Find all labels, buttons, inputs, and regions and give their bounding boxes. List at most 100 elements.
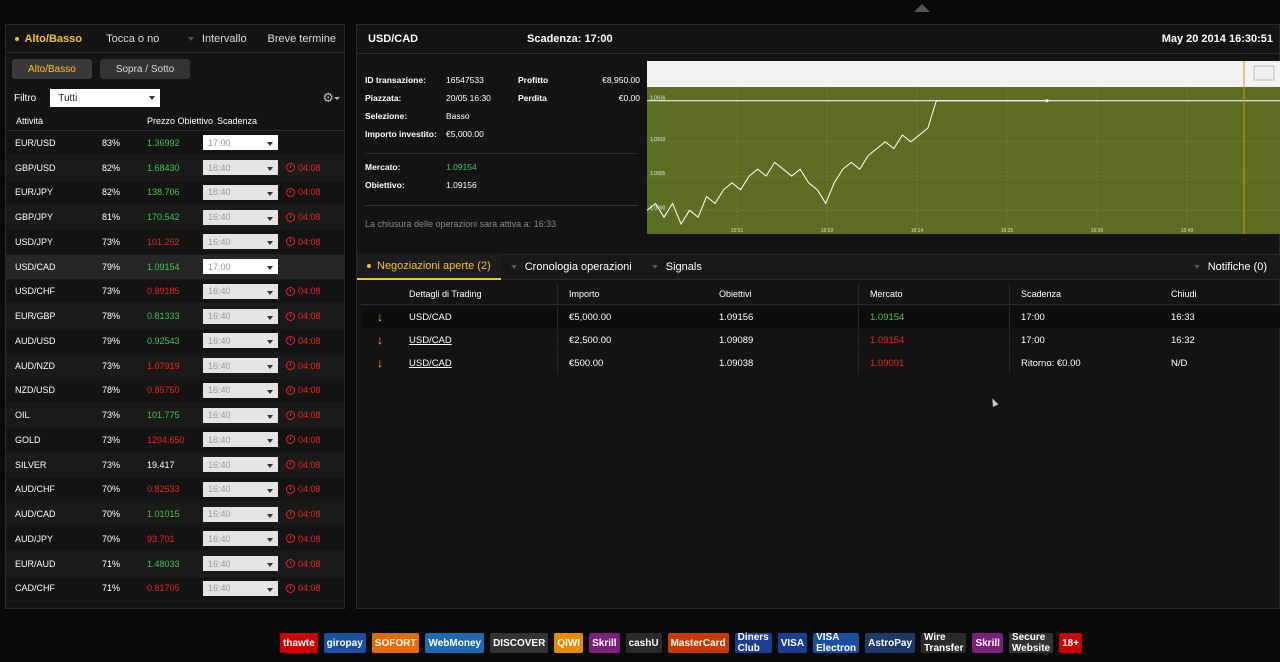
expiry-select[interactable]: 16:40 — [203, 160, 278, 176]
trade-pair[interactable]: USD/CAD — [409, 358, 452, 369]
subtab-alto-basso[interactable]: Alto/Basso — [12, 59, 92, 79]
asset-price: 1.09154 — [147, 261, 180, 272]
countdown: 04:08 — [286, 361, 321, 371]
clock-icon — [286, 336, 295, 346]
clock-icon — [286, 385, 295, 395]
trade-amount: €500.00 — [569, 357, 604, 369]
gear-icon[interactable]: ⚙ — [322, 90, 334, 106]
chevron-down-icon — [267, 439, 273, 444]
expiry-select[interactable]: 16:40 — [203, 506, 278, 522]
asset-row[interactable]: AUD/CAD 70% 1.01015 16:40 04:08 — [6, 502, 344, 527]
asset-row[interactable]: AUD/NZD 73% 1.07919 16:40 04:08 — [6, 353, 344, 379]
trade-pair[interactable]: USD/CAD — [409, 335, 452, 346]
filter-select[interactable]: Tutti — [50, 89, 161, 107]
asset-row[interactable]: USD/JPY 73% 101.252 16:40 04:08 — [6, 230, 344, 255]
trades-header: Dettagli di Trading Importo Obiettivi Me… — [361, 283, 1280, 305]
asset-row[interactable]: AUD/USD 79% 0.92543 16:40 04:08 — [6, 329, 344, 354]
asset-price: 1.36992 — [147, 137, 180, 148]
col-expiry: Scadenza — [1021, 288, 1062, 299]
asset-row[interactable]: NZD/USD 78% 0.85750 16:40 04:08 — [6, 379, 344, 404]
asset-row[interactable]: EUR/AUD 71% 1.48033 16:40 04:08 — [6, 551, 344, 577]
caret-down-icon[interactable] — [334, 97, 340, 100]
countdown: 04:08 — [286, 460, 321, 470]
expiry-select[interactable]: 16:40 — [203, 358, 278, 374]
tab-open-trades[interactable]: Negoziazioni aperte (2) — [357, 254, 501, 280]
expiry-select[interactable]: 16:40 — [203, 481, 278, 497]
trade-amount: €2,500.00 — [569, 334, 612, 346]
trade-row[interactable]: ↓ USD/CAD €5,000.00 1.09156 1.09154 17:00 16:3… — [361, 306, 1280, 328]
payment-logo: VISA Electron — [813, 632, 860, 654]
chart-current-point — [1045, 99, 1049, 103]
col-details: Dettagli di Trading — [409, 288, 482, 299]
chart-y-tick: 1.0905 — [650, 171, 666, 177]
countdown: 04:08 — [286, 237, 321, 247]
trade-info: ID transazione: 16547533 Profitto €8,950… — [365, 75, 640, 198]
clock-icon — [286, 212, 295, 222]
asset-row[interactable]: GOLD 73% 1294.650 16:40 04:08 — [6, 428, 344, 453]
asset-row[interactable]: CAD/CHF 71% 0.81705 16:40 04:08 — [6, 577, 344, 602]
chevron-down-icon — [267, 389, 273, 394]
asset-name: AUD/JPY — [15, 533, 54, 544]
asset-row[interactable]: SILVER 73% 19.417 16:40 04:08 — [6, 452, 344, 478]
asset-row[interactable]: GBP/USD 82% 1.68430 16:40 04:08 — [6, 155, 344, 181]
asset-price: 138.706 — [147, 187, 180, 198]
expiry-select[interactable]: 16:40 — [203, 407, 278, 423]
expiry-select[interactable]: 17:00 — [203, 259, 278, 275]
top-collapse-tab[interactable] — [914, 4, 930, 12]
payment-logo: Skrill — [589, 633, 620, 653]
tab-alto-basso[interactable]: Alto/Basso — [6, 25, 91, 52]
subtab-sopra-sotto[interactable]: Sopra / Sotto — [99, 59, 191, 79]
asset-row[interactable]: GBP/JPY 81% 170.542 16:40 04:08 — [6, 205, 344, 230]
trade-row[interactable]: ↓ USD/CAD €500.00 1.09038 1.09091 Ritorno: €0… — [361, 352, 1280, 374]
tab-breve-termine[interactable]: Breve termine — [260, 25, 345, 52]
expiry-select[interactable]: 16:40 — [203, 333, 278, 349]
expiry-select[interactable]: 17:00 — [203, 135, 278, 151]
asset-row[interactable]: EUR/JPY 82% 138.706 16:40 04:08 — [6, 181, 344, 206]
asset-payout: 73% — [102, 459, 121, 470]
profit-value: €8,950.00 — [602, 75, 640, 85]
close-note: La chiusura delle operazioni sara attiva… — [365, 219, 557, 229]
chevron-down-icon — [267, 315, 273, 320]
tab-notifications[interactable]: Notifiche (0) — [1184, 254, 1277, 280]
tab-intervallo[interactable]: Intervallo — [175, 25, 260, 52]
tab-tocca-o-no[interactable]: Tocca o no — [91, 25, 176, 52]
expiry-select[interactable]: 16:40 — [203, 556, 278, 572]
trade-header: USD/CAD Scadenza: 17:00 May 20 2014 16:3… — [357, 25, 1279, 54]
tab-history[interactable]: Cronologia operazioni — [501, 254, 642, 280]
expiry-select[interactable]: 16:40 — [203, 184, 278, 200]
expiry-select[interactable]: 16:40 — [203, 382, 278, 398]
asset-payout: 82% — [102, 162, 121, 173]
expiry-select[interactable]: 16:40 — [203, 580, 278, 596]
expiry-select[interactable]: 16:40 — [203, 531, 278, 547]
clock-icon — [286, 187, 295, 197]
clock-icon — [286, 460, 295, 470]
trade-close: N/D — [1171, 357, 1188, 369]
expiry-select[interactable]: 16:40 — [203, 283, 278, 299]
asset-price: 0.81705 — [147, 583, 180, 594]
asset-row[interactable]: OIL 73% 101.775 16:40 04:08 — [6, 403, 344, 428]
price-chart[interactable]: 15:51 16:02 16:14 16:25 16:36 16:481.09161.09… — [647, 61, 1280, 234]
asset-row[interactable]: USD/CHF 73% 0.89185 16:40 04:08 — [6, 280, 344, 305]
trade-row[interactable]: ↓ USD/CAD €2,500.00 1.09089 1.09154 17:00 16:3… — [361, 329, 1280, 351]
chart-y-tick: 1.0910 — [650, 137, 666, 143]
asset-row[interactable]: AUD/JPY 70% 93.701 16:40 04:08 — [6, 527, 344, 552]
expiry-select[interactable]: 16:40 — [203, 308, 278, 324]
trade-market: 1.09091 — [870, 357, 905, 369]
expiry-select[interactable]: 16:40 — [203, 432, 278, 448]
countdown: 04:08 — [286, 212, 321, 222]
chart-x-tick: 15:51 — [731, 228, 744, 234]
asset-row[interactable]: USD/CAD 79% 1.09154 17:00 — [6, 254, 344, 280]
expiry-select[interactable]: 16:40 — [203, 457, 278, 473]
tab-signals[interactable]: Signals — [642, 254, 712, 280]
asset-row[interactable]: EUR/GBP 78% 0.81333 16:40 04:08 — [6, 304, 344, 329]
expiry-select[interactable]: 16:40 — [203, 209, 278, 225]
invested-label: Importo investito: — [365, 129, 437, 139]
chart-x-tick: 16:14 — [911, 228, 924, 234]
countdown: 04:08 — [286, 410, 321, 420]
asset-payout: 71% — [102, 558, 121, 569]
filter-row: Filtro Tutti ⚙ — [6, 87, 344, 109]
asset-price: 0.81333 — [147, 311, 180, 322]
expiry-select[interactable]: 16:40 — [203, 234, 278, 250]
asset-row[interactable]: AUD/CHF 70% 0.82533 16:40 04:08 — [6, 478, 344, 503]
asset-row[interactable]: EUR/USD 83% 1.36992 17:00 — [6, 131, 344, 156]
